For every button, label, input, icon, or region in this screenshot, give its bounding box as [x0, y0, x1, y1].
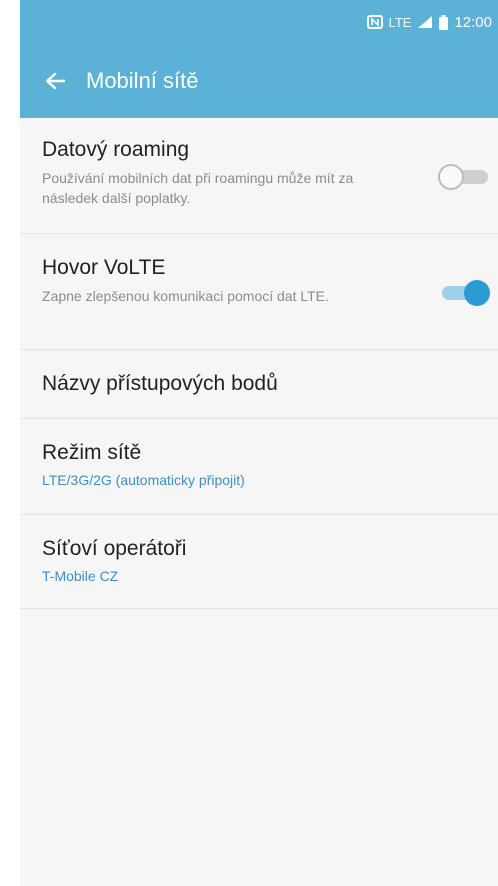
back-arrow-icon — [45, 72, 66, 90]
setting-title: Hovor VoLTE — [42, 256, 166, 279]
setting-title: Názvy přístupových bodů — [42, 372, 278, 395]
setting-network-operators[interactable]: Síťoví operátoři T-Mobile CZ — [20, 515, 498, 609]
setting-title: Síťoví operátoři — [42, 537, 187, 560]
page-title: Mobilní sítě — [86, 68, 199, 93]
back-button[interactable] — [38, 64, 72, 98]
toggle-thumb — [464, 280, 490, 306]
setting-value: LTE/3G/2G (automaticky připojit) — [42, 472, 245, 488]
setting-description: Používání mobilních dat při roamingu můž… — [42, 170, 354, 206]
status-time: 12:00 — [454, 13, 492, 31]
signal-icon — [418, 16, 433, 28]
setting-network-mode[interactable]: Režim sítě LTE/3G/2G (automaticky připoj… — [20, 419, 498, 515]
setting-apn[interactable]: Názvy přístupových bodů — [20, 350, 498, 419]
nfc-icon — [366, 15, 383, 29]
setting-title: Datový roaming — [42, 138, 190, 161]
setting-description: Zapne zlepšenou komunikaci pomocí dat LT… — [42, 288, 329, 304]
phone-screen: LTE 12:00 Mobilní sítě Datový roaming Po… — [20, 0, 498, 886]
toggle-thumb — [438, 164, 464, 190]
setting-title: Režim sítě — [42, 441, 142, 464]
status-bar: LTE 12:00 — [20, 0, 498, 44]
status-icons: LTE 12:00 — [366, 13, 492, 31]
settings-list: Datový roaming Používání mobilních dat p… — [20, 118, 498, 609]
setting-volte[interactable]: Hovor VoLTE Zapne zlepšenou komunikaci p… — [20, 234, 498, 350]
volte-toggle[interactable] — [438, 278, 492, 308]
data-roaming-toggle[interactable] — [438, 162, 492, 192]
lte-indicator: LTE — [388, 14, 412, 30]
battery-icon — [439, 14, 449, 30]
setting-data-roaming[interactable]: Datový roaming Používání mobilních dat p… — [20, 118, 498, 234]
setting-value: T-Mobile CZ — [42, 568, 119, 584]
app-bar: Mobilní sítě — [20, 44, 498, 118]
